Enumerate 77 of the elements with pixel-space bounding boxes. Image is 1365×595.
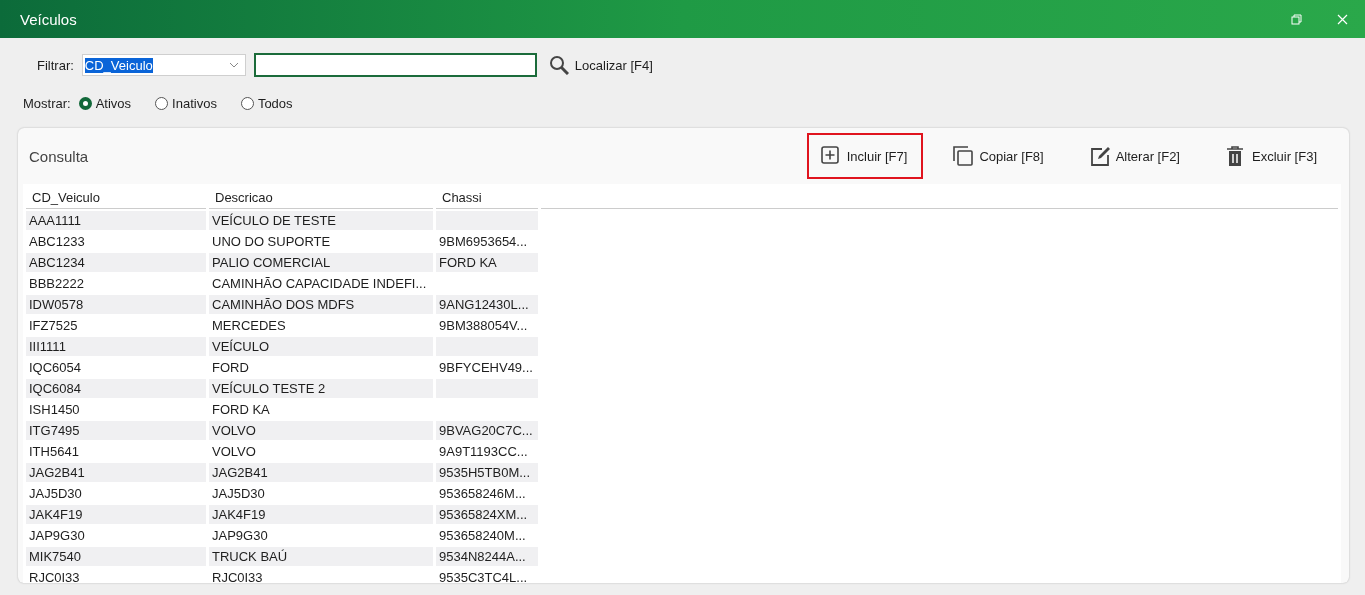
table-cell: III1111 (26, 337, 206, 356)
table-cell: JAK4F19 (209, 505, 433, 524)
table-cell: PALIO COMERCIAL (209, 253, 433, 272)
table-cell-text: UNO DO SUPORTE (211, 233, 332, 251)
radio-button[interactable] (78, 96, 92, 110)
column-header[interactable]: Chassi (436, 186, 538, 209)
search-icon (548, 55, 569, 75)
restore-icon (1290, 13, 1302, 25)
table-cell: ABC1234 (26, 253, 206, 272)
column-header[interactable]: CD_Veiculo (26, 186, 206, 209)
edit-icon (1089, 145, 1110, 167)
panel-title: Consulta (29, 147, 90, 165)
table-cell-text: VOLVO (211, 443, 257, 461)
table-cell-text: JAJ5D30 (28, 485, 83, 503)
table-cell: JAK4F19 (26, 505, 206, 524)
table-cell-text: 9A9T1193CC... (438, 443, 529, 461)
table-cell-text: BBB2222 (28, 275, 85, 293)
table-cell-text: FORD (211, 359, 250, 377)
table-cell: IQC6084 (26, 379, 206, 398)
table-cell-text: JAP9G30 (211, 527, 269, 545)
window-title: Veículos (20, 10, 78, 28)
edit-button[interactable]: Alterar [F2] (1075, 133, 1196, 179)
table-cell: 9534N8244A... (436, 547, 538, 566)
copy-button[interactable]: Copiar [F8] (939, 133, 1060, 179)
table-cell-text: 9535C3TC4L... (438, 569, 529, 583)
table-cell: VEÍCULO (209, 337, 433, 356)
show-label: Mostrar: (23, 95, 71, 111)
table-cell-text: 9BFYCEHV49... (438, 359, 534, 377)
search-field[interactable] (253, 53, 537, 77)
table-cell-text: FORD KA (211, 401, 271, 419)
trash-icon (1226, 145, 1246, 167)
chevron-icon (228, 61, 239, 69)
highlighted-add-button[interactable]: Incluir [F7] (806, 133, 924, 179)
table-cell: JAG2B41 (209, 463, 433, 482)
table-cell-text: MERCEDES (211, 317, 287, 335)
plus-square-icon (820, 145, 841, 167)
filter-label: Filtrar: (37, 57, 74, 73)
radio-button[interactable] (240, 96, 254, 110)
table-cell-text: ISH1450 (28, 401, 81, 419)
radio-option[interactable]: Ativos (78, 95, 132, 111)
radio-option[interactable]: Inativos (155, 95, 217, 111)
table-cell: ITG7495 (26, 421, 206, 440)
table-cell-text: RJC0I33 (211, 569, 264, 583)
search-button[interactable]: Localizar [F4] (548, 55, 653, 75)
table-cell-text: IFZ7525 (28, 317, 79, 335)
table-cell: JAG2B41 (26, 463, 206, 482)
table-cell: VOLVO (209, 421, 433, 440)
table-cell-text: RJC0I33 (28, 569, 81, 583)
table-cell-text: 953658240M... (438, 527, 527, 545)
table-cell-text: ABC1233 (28, 233, 86, 251)
radio-button[interactable] (155, 96, 169, 110)
table-cell-text: 953658246M... (438, 485, 527, 503)
table-cell: MIK7540 (26, 547, 206, 566)
close-icon (1336, 13, 1348, 25)
copy-icon (953, 145, 974, 167)
table-cell-text: JAJ5D30 (211, 485, 266, 503)
column-header[interactable]: Descricao (209, 186, 433, 209)
table-cell-text: 9BM388054V... (438, 317, 529, 335)
table-cell: AAA1111 (26, 211, 206, 230)
table-cell: VEÍCULO TESTE 2 (209, 379, 433, 398)
table-cell: 9ANG12430L... (436, 295, 538, 314)
table-cell: FORD KA (436, 253, 538, 272)
table-cell: 9BVAG20C7C... (436, 421, 538, 440)
delete-button[interactable]: Excluir [F3] (1212, 133, 1333, 179)
table-cell-text: IQC6054 (28, 359, 83, 377)
table-cell: 95365824XM... (436, 505, 538, 524)
table-cell: IDW0578 (26, 295, 206, 314)
table-cell-text: CAMINHÃO CAPACIDADE INDEFI... (211, 275, 428, 293)
table-cell: CAMINHÃO DOS MDFS (209, 295, 433, 314)
table-cell: TRUCK BAÚ (209, 547, 433, 566)
table-cell-text: 9BM6953654... (438, 233, 529, 251)
table-cell: 9535H5TB0M... (436, 463, 538, 482)
table-cell-text: ITH5641 (28, 443, 80, 461)
radio-option[interactable]: Todos (240, 95, 293, 111)
field-dropdown[interactable]: CD_Veiculo (81, 54, 246, 76)
table-cell-text: JAP9G30 (28, 527, 86, 545)
table-cell: VEÍCULO DE TESTE (209, 211, 433, 230)
